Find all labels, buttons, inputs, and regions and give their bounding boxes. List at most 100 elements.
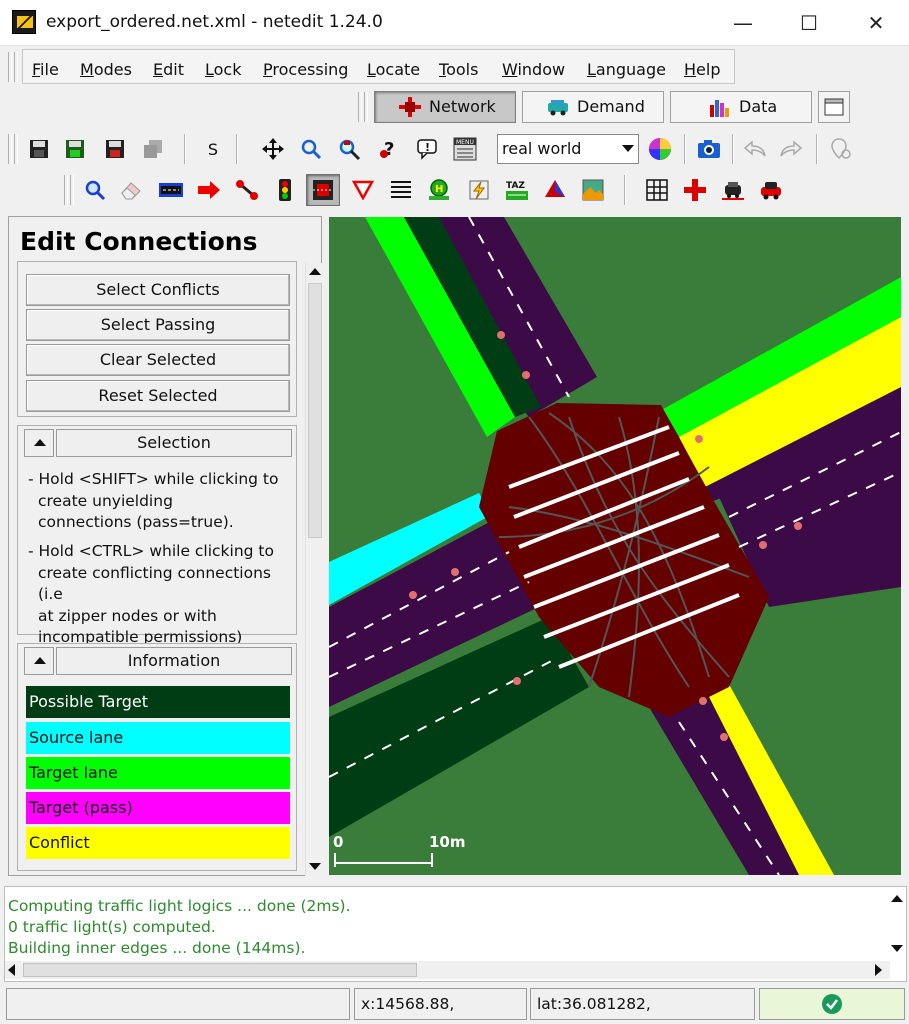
- redo-icon: [780, 140, 803, 157]
- toolbar1-separator-2: [236, 134, 238, 164]
- data-chart-icon: [710, 100, 729, 117]
- speech-bubble-icon: !: [417, 139, 437, 160]
- close-button[interactable]: ✕: [861, 8, 891, 38]
- window-toggle-button[interactable]: [818, 91, 850, 123]
- select-mode-button[interactable]: [154, 174, 188, 206]
- connection-mode-button[interactable]: [306, 174, 340, 206]
- menu-lock[interactable]: Lock: [205, 60, 242, 79]
- screenshot-button[interactable]: [692, 133, 726, 165]
- toolbar2-grip[interactable]: [64, 175, 68, 205]
- save-additionals-button[interactable]: [58, 133, 92, 165]
- file-toolbar: S ? ! MENU real world: [0, 128, 909, 170]
- msg-scroll-up-icon[interactable]: [891, 895, 903, 902]
- lightning-icon: [469, 180, 489, 200]
- supermode-grip[interactable]: [358, 92, 362, 122]
- prohibition-mode-button[interactable]: [346, 174, 380, 206]
- menubar-grip[interactable]: [8, 52, 12, 82]
- help-line: connections (pass=true).: [38, 513, 234, 531]
- toggle-tooltips-button[interactable]: !: [410, 133, 444, 165]
- ctrl-help-text: - Hold <CTRL> while clicking to create c…: [28, 541, 296, 649]
- locate-edge-button[interactable]: [332, 133, 366, 165]
- msg-scroll-right-icon[interactable]: [875, 964, 882, 976]
- save-demand-button[interactable]: [98, 133, 132, 165]
- crosswalk-lines-icon: [391, 181, 411, 198]
- recenter-view-button[interactable]: [256, 133, 290, 165]
- create-edge-mode-button[interactable]: [230, 174, 264, 206]
- msg-scroll-left-icon[interactable]: [8, 964, 15, 976]
- select-conflicts-button[interactable]: Select Conflicts: [26, 274, 290, 306]
- redo-button[interactable]: [774, 133, 808, 165]
- inspect-mode-button[interactable]: [78, 174, 112, 206]
- network-icon: [399, 97, 421, 117]
- edit-connections-panel: Edit Connections Select Conflicts Select…: [8, 216, 323, 876]
- demand-icon: [548, 100, 568, 116]
- move-mode-button[interactable]: [192, 174, 226, 206]
- decal-mode-button[interactable]: [576, 174, 610, 206]
- view-scheme-select[interactable]: real world: [497, 134, 639, 164]
- inspect-help-button[interactable]: ?: [372, 133, 406, 165]
- minimize-button[interactable]: —: [728, 8, 758, 38]
- traffic-light-mode-button[interactable]: [268, 174, 302, 206]
- network-drawing[interactable]: 0 10m: [329, 217, 901, 875]
- menu-icon-button[interactable]: MENU: [448, 133, 482, 165]
- scroll-down-icon[interactable]: [309, 863, 321, 870]
- polygon-mode-button[interactable]: [538, 174, 572, 206]
- select-road-icon: [159, 183, 183, 197]
- menu-processing[interactable]: Processing: [263, 60, 348, 79]
- msg-hscroll-thumb[interactable]: [23, 963, 417, 977]
- taz-icon: TAZ: [506, 181, 528, 200]
- menu-edit[interactable]: Edit: [153, 60, 184, 79]
- menu-modes[interactable]: Modes: [80, 60, 132, 79]
- menu-tools[interactable]: Tools: [439, 60, 478, 79]
- scroll-up-icon[interactable]: [309, 268, 321, 275]
- bus-stop-icon: H: [429, 179, 449, 200]
- network-settings-button[interactable]: [824, 133, 858, 165]
- information-collapse-button[interactable]: [24, 647, 54, 675]
- select-passing-button[interactable]: Select Passing: [26, 309, 290, 341]
- menu-locate[interactable]: Locate: [367, 60, 420, 79]
- edit-coloring-button[interactable]: [643, 133, 677, 165]
- save-network-button[interactable]: [22, 133, 56, 165]
- network-view-canvas[interactable]: 0 10m: [329, 217, 901, 875]
- toggle-grid-button[interactable]: [640, 174, 674, 206]
- menu-language[interactable]: Language: [587, 60, 666, 79]
- locate-junction-button[interactable]: [294, 133, 328, 165]
- s-button[interactable]: S: [196, 133, 230, 165]
- undo-button[interactable]: [738, 133, 772, 165]
- window-icon: [824, 98, 844, 116]
- demand-mode-button[interactable]: Demand: [522, 91, 664, 123]
- menu-help[interactable]: Help: [684, 60, 720, 79]
- title-bar: export_ordered.net.xml - netedit 1.24.0 …: [0, 0, 909, 46]
- maximize-button[interactable]: ☐: [794, 8, 824, 38]
- toggle-vehicles-button[interactable]: [716, 174, 750, 206]
- selection-collapse-button[interactable]: [24, 429, 54, 457]
- data-mode-button[interactable]: Data: [670, 91, 812, 123]
- crossing-mode-button[interactable]: [384, 174, 418, 206]
- menu-window[interactable]: Window: [502, 60, 565, 79]
- help-line: at zipper nodes or with: [38, 606, 217, 625]
- reset-selected-button[interactable]: Reset Selected: [26, 380, 290, 412]
- toolbar1-grip[interactable]: [8, 134, 12, 164]
- legend-source-lane: Source lane: [26, 722, 290, 754]
- panel-scrollbar[interactable]: [305, 263, 323, 876]
- delete-mode-button[interactable]: [114, 174, 148, 206]
- msg-scroll-down-icon[interactable]: [891, 945, 903, 952]
- message-vscrollbar[interactable]: [888, 887, 906, 961]
- menu-list-icon: MENU: [453, 137, 477, 161]
- selection-header: Selection: [56, 429, 292, 457]
- menu-file[interactable]: File: [32, 60, 59, 79]
- panel-scroll-thumb[interactable]: [308, 283, 322, 538]
- network-mode-button[interactable]: Network: [374, 91, 516, 123]
- information-header: Information: [56, 647, 292, 675]
- menubar-container: File Modes Edit Lock Processing Locate T…: [22, 49, 735, 84]
- wire-mode-button[interactable]: [462, 174, 496, 206]
- clear-selected-button[interactable]: Clear Selected: [26, 344, 290, 376]
- grid-icon: [646, 179, 668, 201]
- toolbar1-separator-4: [732, 134, 734, 164]
- toggle-car-red-button[interactable]: [754, 174, 788, 206]
- message-hscrollbar[interactable]: [5, 961, 890, 979]
- save-all-button[interactable]: [136, 133, 170, 165]
- additional-mode-button[interactable]: H: [422, 174, 456, 206]
- toggle-junction-shape-button[interactable]: [678, 174, 712, 206]
- taz-mode-button[interactable]: TAZ: [500, 174, 534, 206]
